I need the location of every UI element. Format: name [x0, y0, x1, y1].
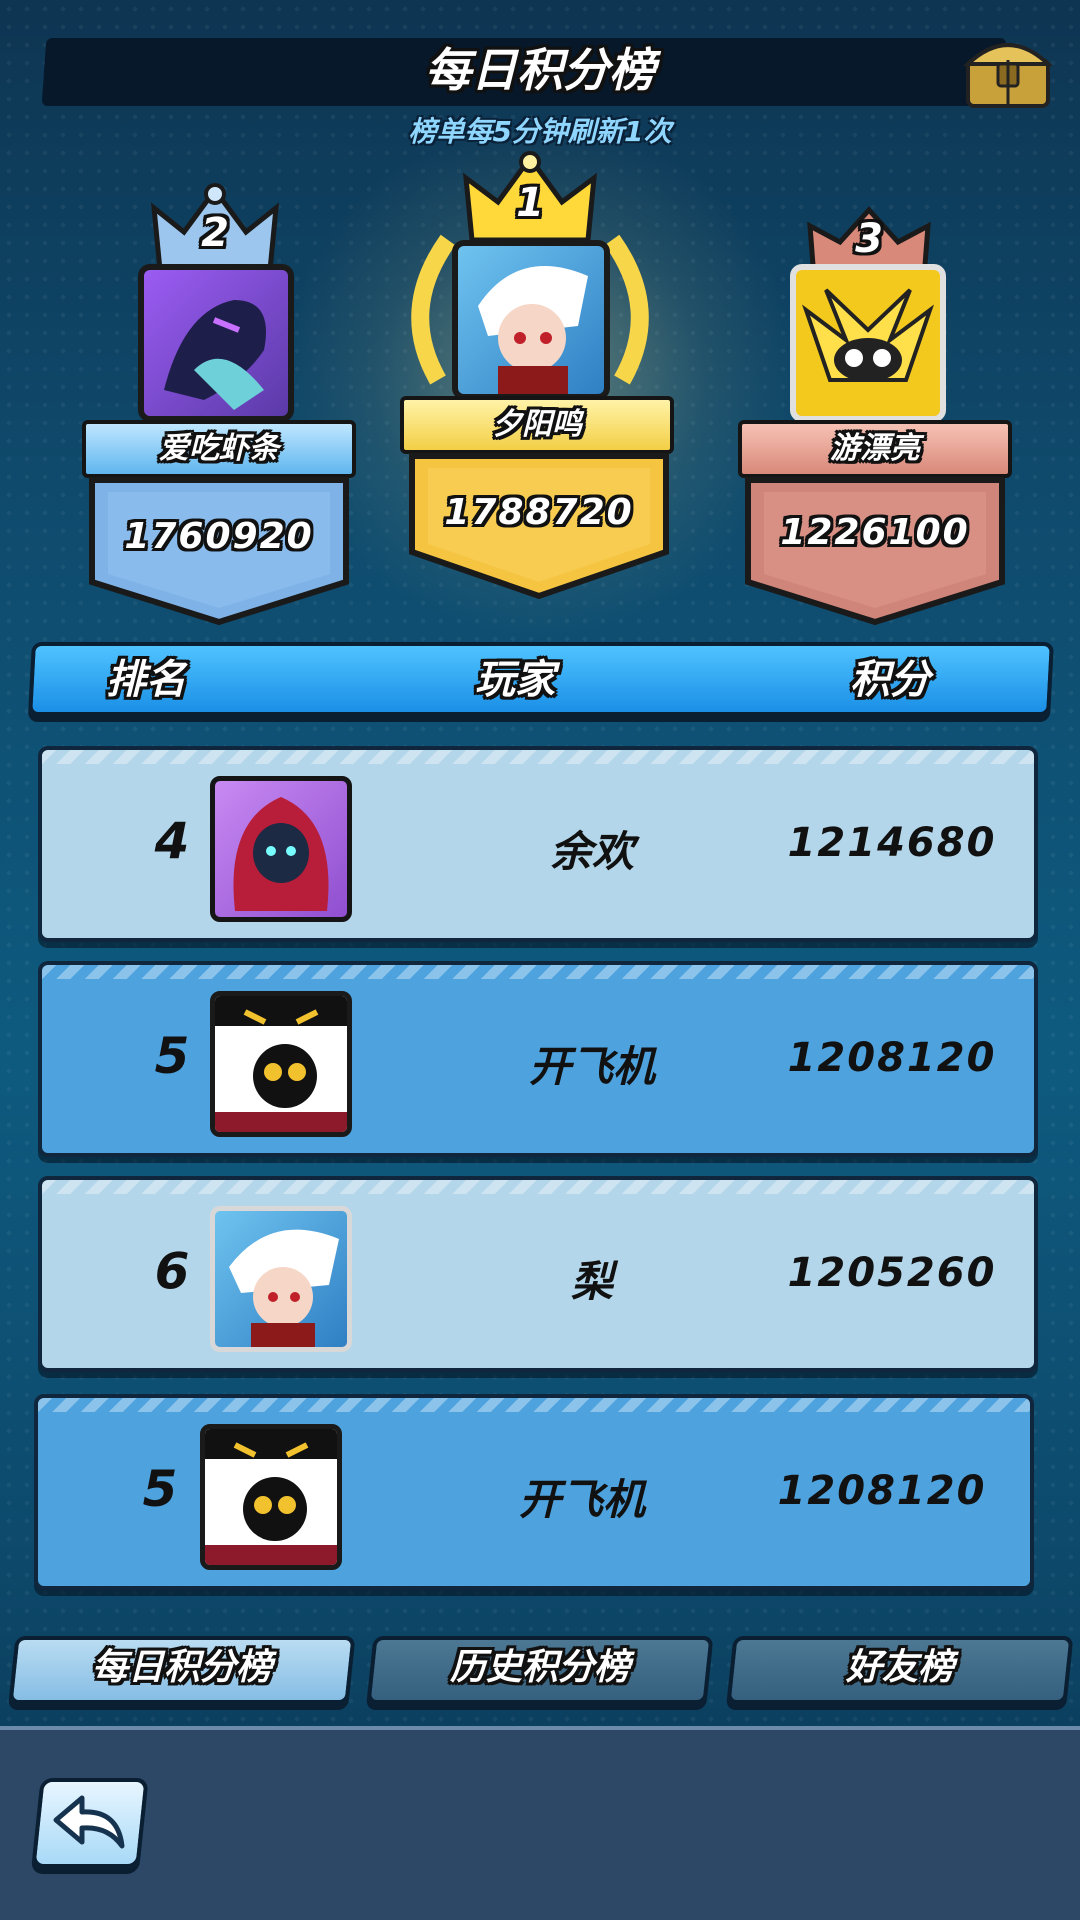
podium-rank-1: 1 — [516, 180, 544, 226]
column-header-score: 积分 — [850, 657, 930, 703]
podium-name-3: 游漂亮 — [738, 420, 1012, 478]
row-rank: 5 — [154, 1027, 190, 1085]
column-header-player: 玩家 — [475, 657, 555, 703]
podium-rank-3: 3 — [855, 216, 883, 262]
refresh-note: 榜单每5分钟刷新1次 — [408, 115, 672, 148]
table-row[interactable]: 6 梨 1205260 — [38, 1176, 1038, 1372]
avatar — [210, 991, 352, 1137]
hero-avatar-icon — [229, 1229, 339, 1347]
row-stripe — [42, 1180, 1034, 1194]
avatar — [200, 1424, 342, 1570]
column-header-rank: 排名 — [106, 657, 186, 703]
row-score: 1214680 — [787, 820, 997, 866]
row-stripe — [42, 750, 1034, 764]
avatar — [790, 264, 946, 422]
row-stripe — [38, 1398, 1030, 1412]
tab-friends-label: 好友榜 — [845, 1647, 954, 1688]
my-score: 1208120 — [777, 1468, 987, 1514]
avatar — [210, 1206, 352, 1352]
podium-score-3: 1226100 — [780, 512, 970, 553]
avatar — [210, 776, 352, 922]
podium-score-2: 1760920 — [124, 516, 314, 557]
yellow-creature-avatar-icon — [802, 288, 934, 382]
avatar — [452, 240, 610, 400]
row-rank: 4 — [154, 812, 190, 870]
row-rank: 6 — [154, 1242, 190, 1300]
table-row[interactable]: 5 开飞机 1208120 — [38, 961, 1038, 1157]
tab-daily-label: 每日积分榜 — [91, 1647, 272, 1688]
shadow-monster-avatar-icon — [205, 1429, 337, 1565]
my-rank-row[interactable]: 5 开飞机 1208120 — [34, 1394, 1034, 1590]
shadow-monster-avatar-icon — [215, 996, 347, 1132]
podium-name-1: 夕阳鸣 — [400, 396, 674, 454]
row-score: 1208120 — [787, 1035, 997, 1081]
row-player-name: 余欢 — [549, 827, 634, 876]
page-title: 每日积分榜 — [425, 43, 655, 97]
podium-name-2: 爱吃虾条 — [82, 420, 356, 478]
red-hood-avatar-icon — [233, 797, 329, 911]
dragon-avatar-icon — [164, 300, 266, 410]
my-rank: 5 — [142, 1460, 178, 1518]
treasure-chest-icon[interactable] — [962, 30, 1054, 112]
my-player-name: 开飞机 — [518, 1475, 645, 1524]
tab-history-label: 历史积分榜 — [449, 1647, 630, 1688]
podium-rank-2: 2 — [201, 210, 229, 256]
table-row[interactable]: 4 余欢 1214680 — [38, 746, 1038, 942]
avatar — [138, 264, 294, 422]
row-player-name: 开飞机 — [528, 1042, 655, 1091]
row-score: 1205260 — [787, 1250, 997, 1296]
podium-score-1: 1788720 — [444, 492, 634, 533]
row-stripe — [42, 965, 1034, 979]
row-player-name: 梨 — [570, 1257, 613, 1306]
bottom-panel — [0, 1726, 1080, 1920]
back-arrow-icon — [53, 1795, 125, 1849]
hero-avatar-icon — [478, 266, 588, 394]
